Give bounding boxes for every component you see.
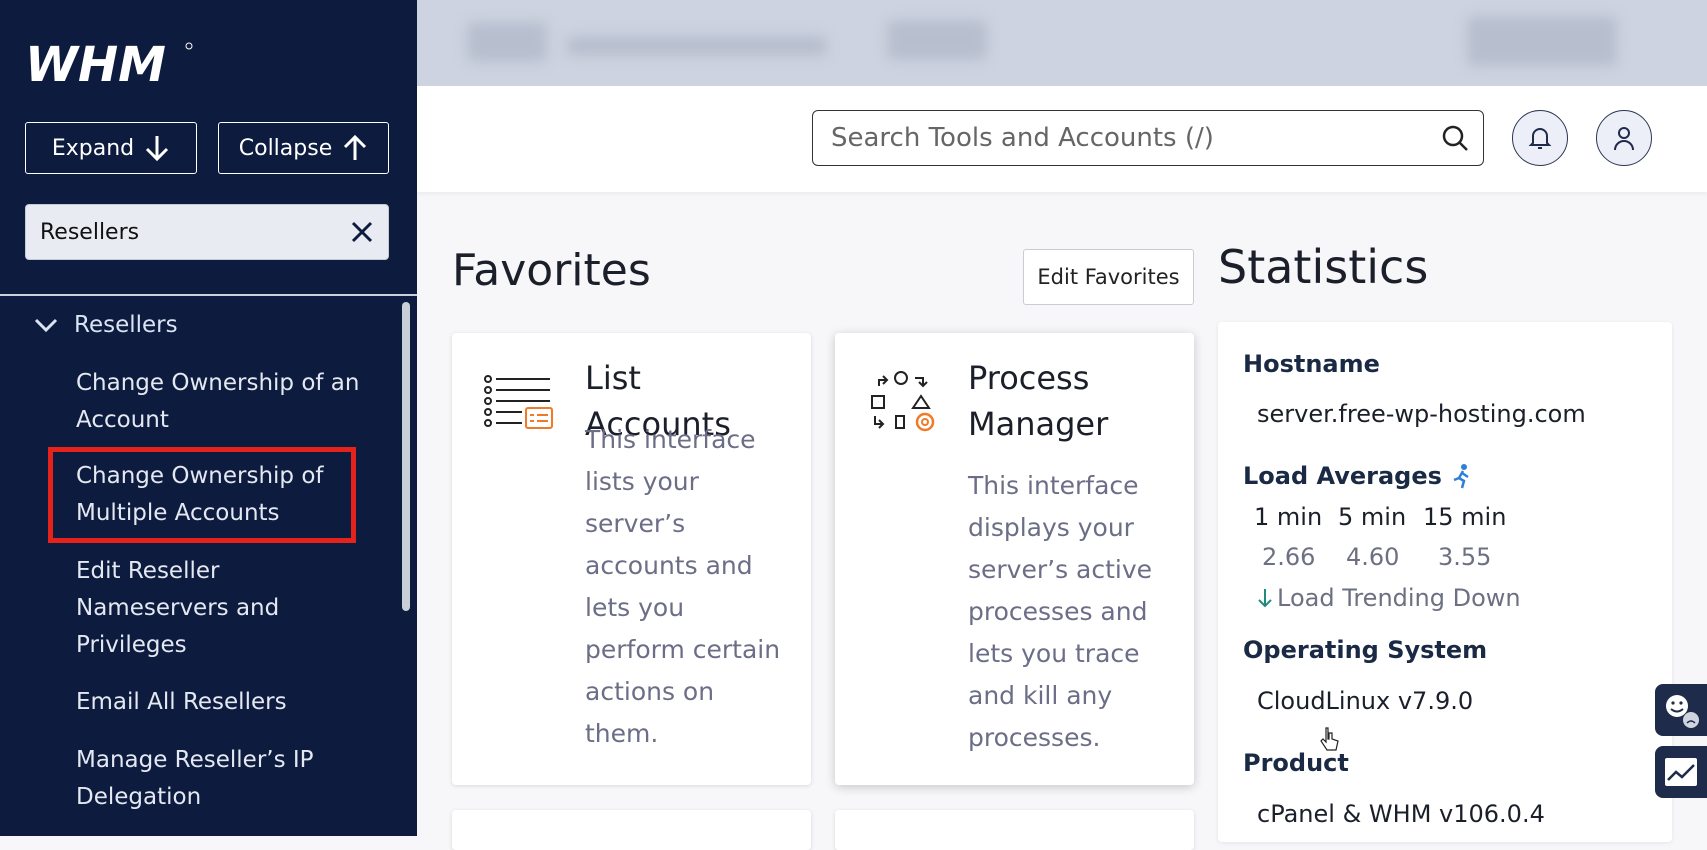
arrow-up-icon <box>344 134 367 160</box>
load-trend-text: Load Trending Down <box>1277 584 1521 612</box>
arrow-down-icon <box>146 136 169 162</box>
clear-search-button[interactable] <box>350 220 374 244</box>
notifications-button[interactable] <box>1512 110 1568 166</box>
load-1min-header: 1 min <box>1254 503 1323 531</box>
sidebar-search-input[interactable]: Resellers <box>25 204 389 260</box>
feedback-widget-button[interactable] <box>1655 684 1707 736</box>
sidebar-divider <box>0 294 417 296</box>
sidebar-item-email-all-resellers[interactable]: Email All Resellers <box>76 684 366 721</box>
os-label: Operating System <box>1243 636 1488 664</box>
list-accounts-icon <box>484 375 553 429</box>
blurred-content <box>887 20 987 60</box>
expand-button[interactable]: Expand <box>25 122 197 174</box>
running-person-icon <box>1453 464 1469 489</box>
load-1min-value: 2.66 <box>1262 543 1316 571</box>
hostname-label: Hostname <box>1243 350 1380 378</box>
sidebar-item-change-ownership-account[interactable]: Change Ownership of an Account <box>76 365 366 439</box>
favorite-card-list-accounts[interactable]: List Accounts This interface lists your … <box>452 333 811 785</box>
sidebar-search-value: Resellers <box>40 219 140 245</box>
edit-favorites-button[interactable]: Edit Favorites <box>1023 249 1194 305</box>
collapse-label: Collapse <box>238 135 333 161</box>
favorite-card-partial[interactable] <box>835 810 1194 850</box>
sidebar-item-manage-reseller-ip[interactable]: Manage Reseller’s IP Delegation <box>76 742 366 816</box>
chevron-down-icon <box>34 318 58 333</box>
sidebar-group-resellers[interactable]: Resellers <box>34 312 178 338</box>
blurred-content <box>567 36 827 56</box>
process-manager-icon <box>871 371 935 432</box>
load-trend: Load Trending Down <box>1257 584 1521 612</box>
load-averages-text: Load Averages <box>1243 462 1442 490</box>
load-15min-value: 3.55 <box>1438 543 1492 571</box>
card-description: This interface lists your server’s accou… <box>585 425 781 748</box>
statistics-title: Statistics <box>1218 240 1429 294</box>
card-description: This interface displays your server’s ac… <box>968 471 1153 752</box>
close-icon <box>351 221 373 243</box>
search-tools-field[interactable] <box>829 122 1441 154</box>
user-account-button[interactable] <box>1596 110 1652 166</box>
search-icon[interactable] <box>1441 124 1469 152</box>
favorites-title: Favorites <box>452 245 651 296</box>
search-tools-input[interactable] <box>812 110 1484 166</box>
load-5min-header: 5 min <box>1338 503 1407 531</box>
whm-logo[interactable]: WHM <box>25 38 195 88</box>
sidebar: WHM Expand Collapse Resellers Resellers … <box>0 0 417 836</box>
product-value: cPanel & WHM v106.0.4 <box>1257 800 1545 828</box>
sidebar-group-label: Resellers <box>74 312 178 338</box>
arrow-down-icon <box>1258 589 1272 608</box>
bell-icon <box>1528 128 1552 149</box>
selection-highlight <box>48 447 356 543</box>
feedback-faces-icon <box>1666 695 1699 728</box>
product-label: Product <box>1243 749 1349 777</box>
collapse-button[interactable]: Collapse <box>218 122 389 174</box>
os-value: CloudLinux v7.9.0 <box>1257 687 1474 715</box>
top-banner <box>417 0 1707 86</box>
favorite-card-process-manager[interactable]: Process Manager This interface displays … <box>835 333 1194 785</box>
trend-chart-icon <box>1665 758 1697 786</box>
load-averages-label: Load Averages <box>1243 462 1472 490</box>
card-title: Process Manager <box>968 359 1109 443</box>
expand-label: Expand <box>51 135 135 161</box>
hostname-value: server.free-wp-hosting.com <box>1257 400 1586 428</box>
analytics-widget-button[interactable] <box>1655 746 1707 798</box>
user-icon <box>1614 127 1634 151</box>
favorite-card-partial[interactable] <box>452 810 811 850</box>
sidebar-item-edit-reseller-nameservers[interactable]: Edit Reseller Nameservers and Privileges <box>76 553 366 664</box>
load-15min-header: 15 min <box>1423 503 1507 531</box>
sidebar-scrollbar-thumb[interactable] <box>402 302 410 611</box>
blurred-content <box>467 22 547 62</box>
blurred-content <box>1467 16 1617 66</box>
load-5min-value: 4.60 <box>1346 543 1400 571</box>
svg-text:WHM: WHM <box>25 38 166 88</box>
